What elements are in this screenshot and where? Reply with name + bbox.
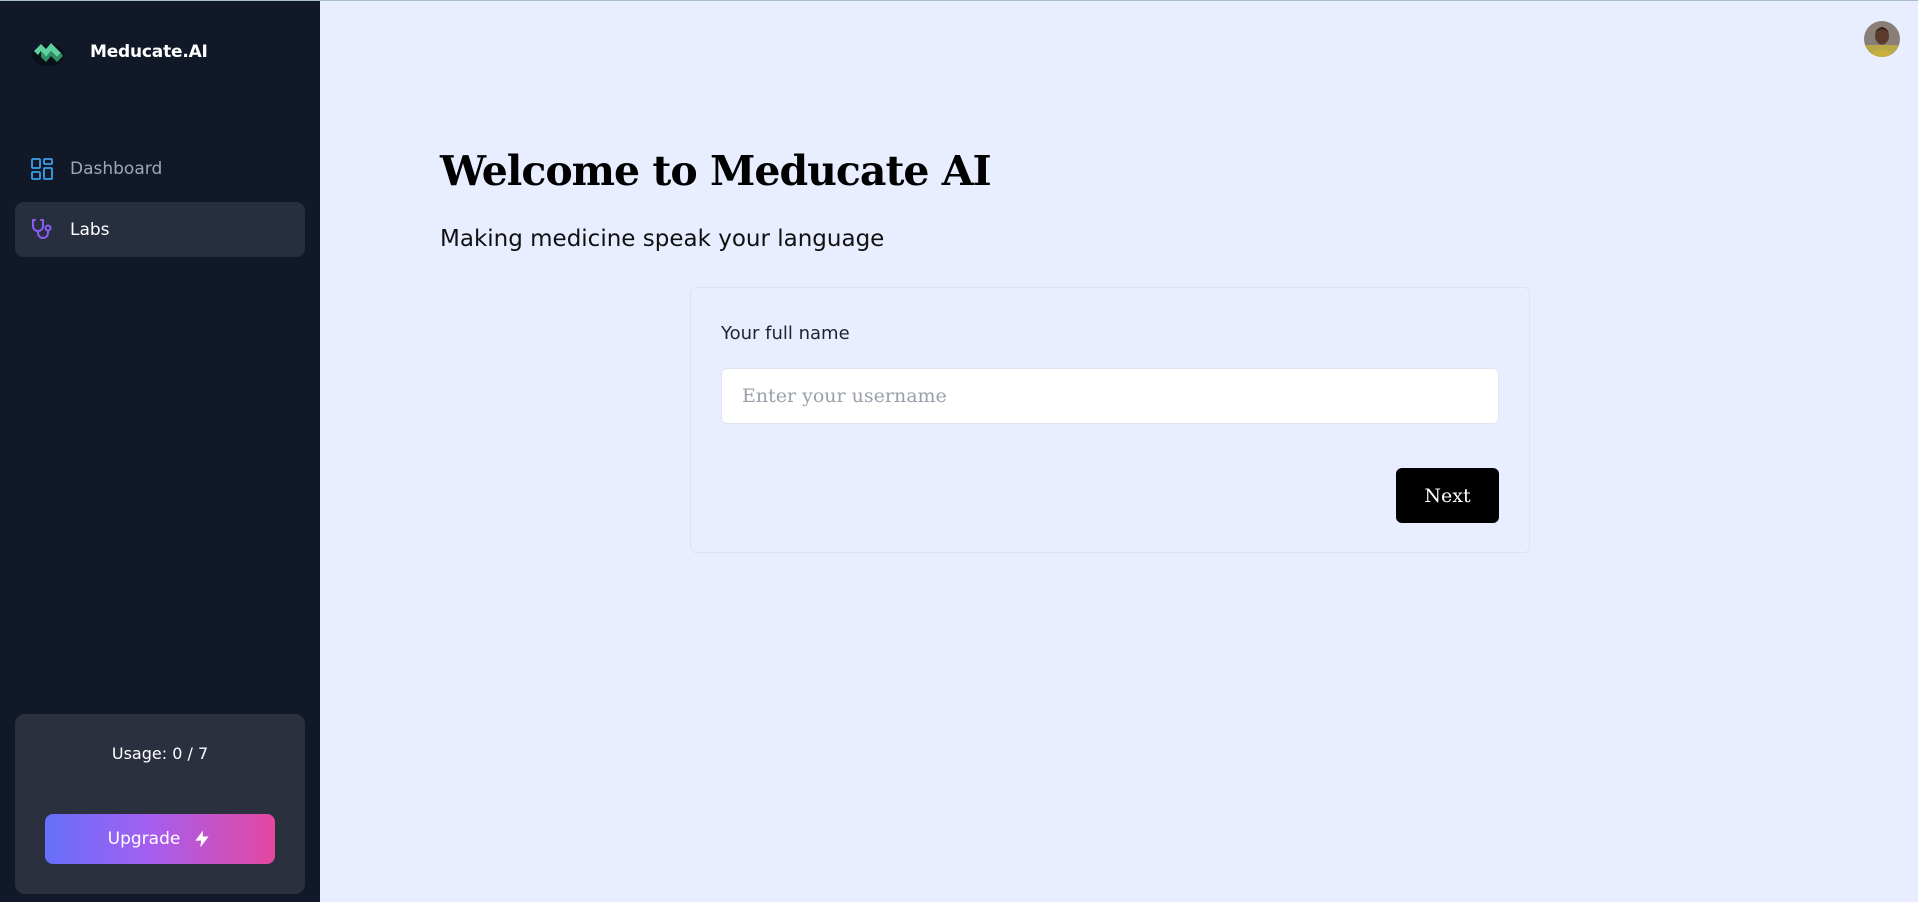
name-form-card: Your full name Next	[690, 287, 1530, 553]
sidebar: Meducate.AI Dashboard Labs Usage: 0 / 7 …	[0, 1, 320, 902]
full-name-label: Your full name	[721, 323, 850, 344]
usage-counter: Usage: 0 / 7	[111, 744, 209, 763]
brand[interactable]: Meducate.AI	[30, 35, 208, 69]
sidebar-item-labs[interactable]: Labs	[15, 202, 305, 257]
lightning-bolt-icon	[195, 830, 210, 848]
usage-card: Usage: 0 / 7 Upgrade	[15, 714, 305, 894]
page-subtitle: Making medicine speak your language	[440, 226, 885, 252]
brand-name: Meducate.AI	[90, 42, 208, 62]
meducate-logo-icon	[32, 43, 64, 66]
next-button[interactable]: Next	[1396, 468, 1499, 523]
username-input[interactable]	[721, 368, 1499, 424]
avatar-icon	[1864, 21, 1900, 57]
sidebar-item-dashboard[interactable]: Dashboard	[15, 141, 305, 196]
sidebar-item-label: Labs	[70, 219, 110, 240]
sidebar-item-label: Dashboard	[70, 158, 163, 179]
upgrade-button[interactable]: Upgrade	[45, 814, 275, 864]
grid-icon	[31, 157, 53, 180]
upgrade-button-label: Upgrade	[107, 829, 181, 849]
stethoscope-icon	[32, 218, 52, 239]
user-avatar[interactable]	[1864, 21, 1900, 57]
page-title: Welcome to Meducate AI	[440, 147, 992, 195]
